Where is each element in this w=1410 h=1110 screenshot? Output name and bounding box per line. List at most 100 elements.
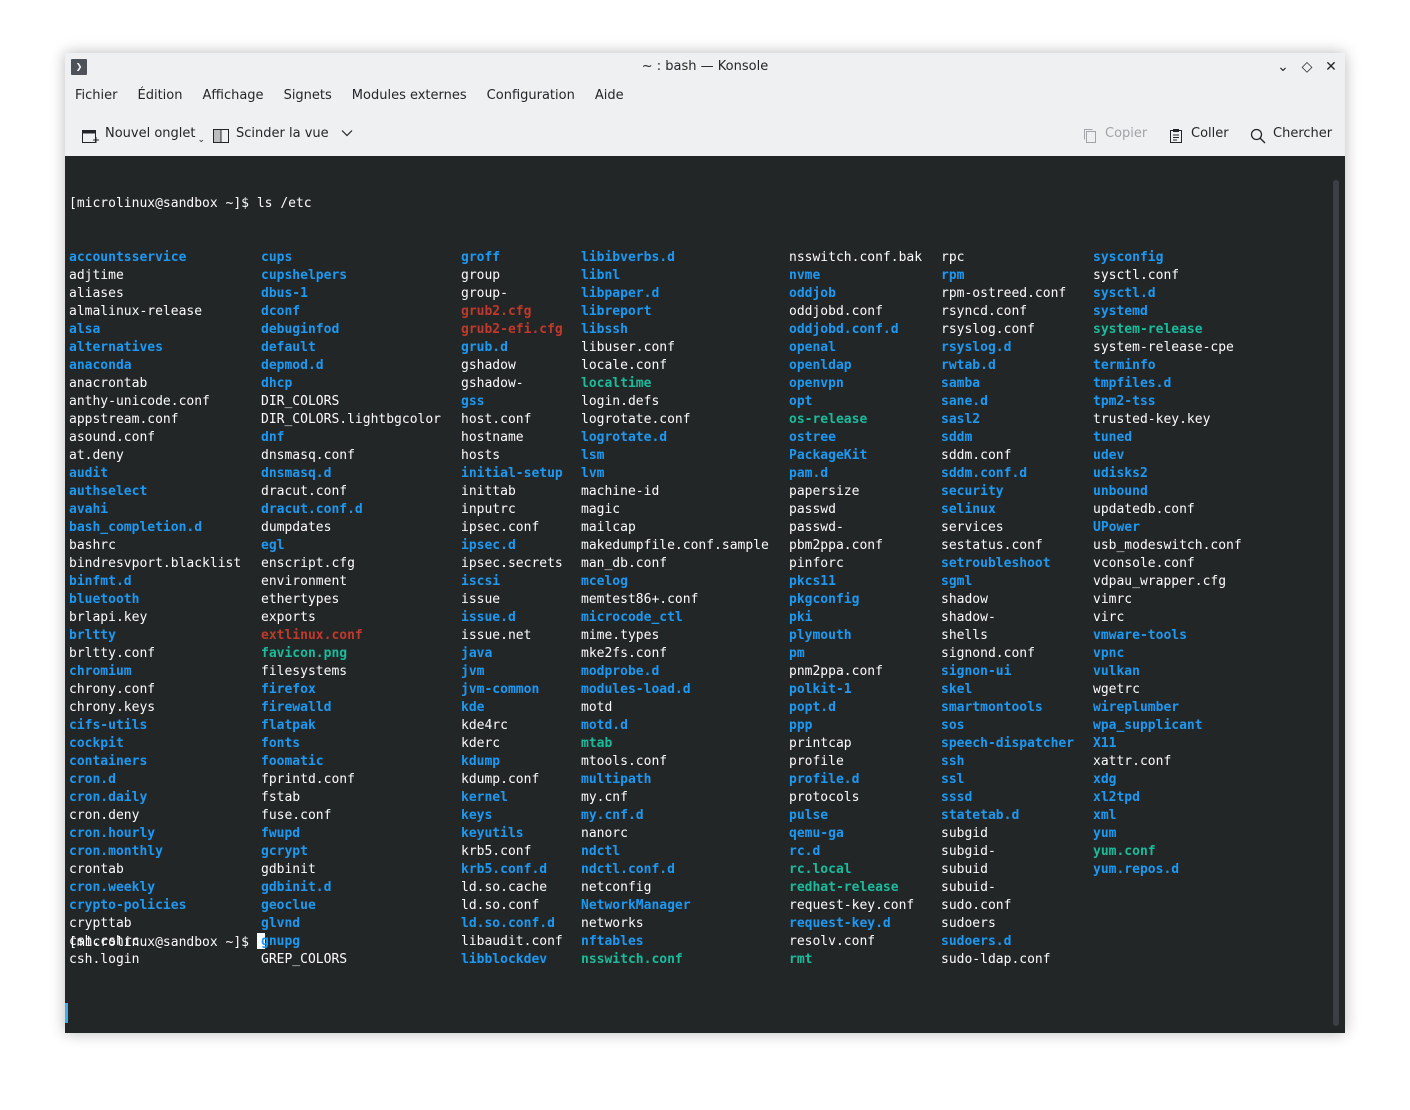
- file-entry: kde: [461, 700, 485, 715]
- file-entry: yum.conf: [1093, 844, 1156, 859]
- file-entry: pbm2ppa.conf: [789, 538, 883, 553]
- file-entry: polkit-1: [789, 682, 852, 697]
- file-entry: wgetrc: [1093, 682, 1140, 697]
- file-entry: openal: [789, 340, 836, 355]
- file-entry: resolv.conf: [789, 934, 876, 949]
- split-view-button[interactable]: Scinder la vue: [212, 117, 353, 151]
- file-entry: ssh: [941, 754, 965, 769]
- file-entry: cron.hourly: [69, 826, 156, 841]
- file-entry: qemu-ga: [789, 826, 844, 841]
- minimize-icon[interactable]: ⌄: [1275, 59, 1291, 75]
- file-entry: ostree: [789, 430, 836, 445]
- file-entry: accountsservice: [69, 250, 187, 265]
- ls-column: libibverbs.d libnl libpaper.d libreport libs…: [581, 249, 769, 969]
- file-entry: nsswitch.conf: [581, 952, 683, 967]
- file-entry: locale.conf: [581, 358, 668, 373]
- file-entry: sos: [941, 718, 965, 733]
- new-tab-button[interactable]: Nouvel onglet ⌄: [81, 117, 205, 151]
- paste-button[interactable]: Coller: [1167, 117, 1229, 151]
- file-entry: trusted-key.key: [1093, 412, 1211, 427]
- file-entry: hostname: [461, 430, 524, 445]
- menu-affichage[interactable]: Affichage: [192, 83, 273, 109]
- file-entry: brltty: [69, 628, 116, 643]
- file-entry: wireplumber: [1093, 700, 1180, 715]
- file-entry: subuid: [941, 862, 988, 877]
- file-entry: tuned: [1093, 430, 1133, 445]
- file-entry: oddjob: [789, 286, 836, 301]
- file-entry: vulkan: [1093, 664, 1140, 679]
- file-entry: shells: [941, 628, 988, 643]
- menu-aide[interactable]: Aide: [585, 83, 634, 109]
- file-entry: brlapi.key: [69, 610, 148, 625]
- menu-signets[interactable]: Signets: [274, 83, 342, 109]
- file-entry: vpnc: [1093, 646, 1125, 661]
- file-entry: dnsmasq.conf: [261, 448, 355, 463]
- file-entry: group: [461, 268, 501, 283]
- terminal-view[interactable]: [microlinux@sandbox ~]$ ls /etc accounts…: [65, 156, 1345, 1033]
- file-entry: dnsmasq.d: [261, 466, 332, 481]
- file-entry: machine-id: [581, 484, 660, 499]
- file-entry: sgml: [941, 574, 973, 589]
- file-entry: fstab: [261, 790, 301, 805]
- menu-modules-externes[interactable]: Modules externes: [342, 83, 477, 109]
- file-entry: inittab: [461, 484, 516, 499]
- menu-edition[interactable]: Édition: [128, 83, 193, 109]
- file-entry: sddm.conf.d: [941, 466, 1028, 481]
- close-icon[interactable]: ✕: [1323, 59, 1339, 75]
- file-entry: crontab: [69, 862, 124, 877]
- menu-bar: Fichier Édition Affichage Signets Module…: [65, 83, 634, 109]
- file-entry: login.defs: [581, 394, 660, 409]
- ls-column: cups cupshelpers dbus-1 dconf debuginfod defa…: [261, 249, 441, 969]
- maximize-icon[interactable]: ◇: [1299, 59, 1315, 75]
- file-entry: pinforc: [789, 556, 844, 571]
- file-entry: foomatic: [261, 754, 324, 769]
- menu-fichier[interactable]: Fichier: [65, 83, 128, 109]
- file-entry: systemd: [1093, 304, 1148, 319]
- file-entry: gshadow-: [461, 376, 524, 391]
- file-entry: groff: [461, 250, 501, 265]
- file-entry: xl2tpd: [1093, 790, 1140, 805]
- file-entry: setroubleshoot: [941, 556, 1051, 571]
- file-entry: alternatives: [69, 340, 163, 355]
- file-entry: profile.d: [789, 772, 860, 787]
- title-bar[interactable]: ❯ ~ : bash — Konsole ⌄ ◇ ✕: [65, 53, 1345, 81]
- file-entry: aliases: [69, 286, 124, 301]
- file-entry: mke2fs.conf: [581, 646, 668, 661]
- file-entry: libaudit.conf: [461, 934, 563, 949]
- file-entry: appstream.conf: [69, 412, 179, 427]
- copy-button[interactable]: Copier: [1081, 117, 1147, 151]
- file-entry: cron.monthly: [69, 844, 163, 859]
- file-entry: jvm: [461, 664, 485, 679]
- file-entry: dhcp: [261, 376, 293, 391]
- new-tab-icon: [81, 125, 99, 143]
- file-entry: sysconfig: [1093, 250, 1164, 265]
- file-entry: smartmontools: [941, 700, 1043, 715]
- konsole-window: ❯ ~ : bash — Konsole ⌄ ◇ ✕ Fichier Éditi…: [65, 53, 1345, 1033]
- file-entry: brltty.conf: [69, 646, 156, 661]
- file-entry: geoclue: [261, 898, 316, 913]
- chevron-down-icon[interactable]: [341, 117, 353, 151]
- file-entry: vmware-tools: [1093, 628, 1187, 643]
- find-button[interactable]: Chercher: [1249, 117, 1332, 151]
- file-entry: almalinux-release: [69, 304, 203, 319]
- find-label: Chercher: [1273, 126, 1333, 141]
- file-entry: microcode_ctl: [581, 610, 683, 625]
- file-entry: firefox: [261, 682, 316, 697]
- scrollbar[interactable]: [1333, 180, 1339, 1026]
- file-entry: ipsec.d: [461, 538, 516, 553]
- file-entry: kdump.conf: [461, 772, 540, 787]
- file-entry: localtime: [581, 376, 652, 391]
- file-entry: default: [261, 340, 316, 355]
- file-entry: audit: [69, 466, 109, 481]
- file-entry: libblockdev: [461, 952, 548, 967]
- file-entry: plymouth: [789, 628, 852, 643]
- window-title: ~ : bash — Konsole: [641, 59, 769, 74]
- file-entry: grub.d: [461, 340, 508, 355]
- toolbar: Nouvel onglet ⌄ Scinder la vue Copier Co…: [65, 117, 1345, 151]
- file-entry: my.cnf.d: [581, 808, 644, 823]
- menu-configuration[interactable]: Configuration: [477, 83, 585, 109]
- file-entry: vconsole.conf: [1093, 556, 1195, 571]
- file-entry: gnupg: [261, 934, 301, 949]
- file-entry: tmpfiles.d: [1093, 376, 1172, 391]
- file-entry: issue: [461, 592, 501, 607]
